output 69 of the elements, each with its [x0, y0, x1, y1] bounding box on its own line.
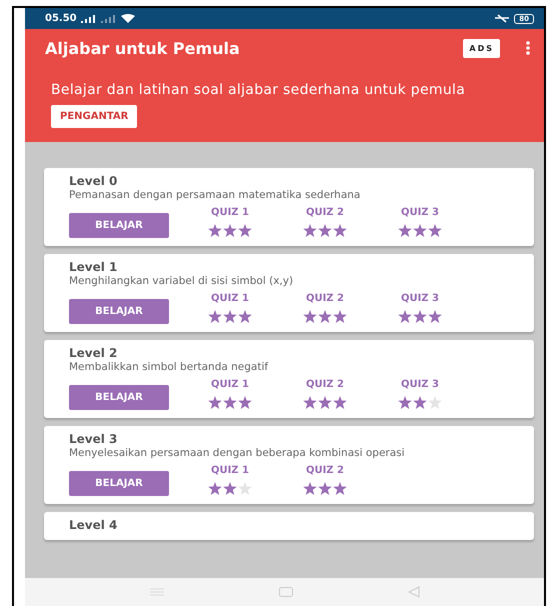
app-title: Aljabar untuk Pemula: [45, 38, 240, 58]
learn-button[interactable]: BELAJAR: [69, 385, 169, 410]
star-icon: [303, 482, 317, 495]
star-icon: [413, 396, 427, 409]
star-icon: [208, 482, 222, 495]
level-title: Level 1: [69, 260, 118, 274]
mute-icon: [494, 14, 510, 23]
star-icon: [303, 396, 317, 409]
more-menu-icon[interactable]: [526, 41, 530, 55]
star-icon: [208, 396, 222, 409]
star-icon: [238, 224, 252, 237]
star-icon: [208, 224, 222, 237]
learn-button[interactable]: BELAJAR: [69, 471, 169, 496]
star-icon: [318, 310, 332, 323]
level-description: Membalikkan simbol bertanda negatif: [69, 361, 270, 373]
star-icon: [238, 396, 252, 409]
signal-icon: [80, 14, 97, 22]
star-icon: [428, 224, 442, 237]
ads-button[interactable]: ADS: [463, 38, 500, 58]
star-icon: [318, 396, 332, 409]
star-icon: [398, 396, 412, 409]
clock-time: 05.50: [45, 13, 77, 24]
star-icon: [333, 224, 347, 237]
star-icon: [333, 396, 347, 409]
quiz-link[interactable]: QUIZ 3: [400, 293, 440, 304]
level-title: Level 3: [69, 432, 118, 446]
wifi-icon: [120, 14, 135, 23]
star-icon: [303, 310, 317, 323]
star-icon: [318, 224, 332, 237]
quiz-link[interactable]: QUIZ 1: [210, 293, 250, 304]
star-icon: [223, 224, 237, 237]
learn-button[interactable]: BELAJAR: [69, 299, 169, 324]
star-icon: [333, 310, 347, 323]
quiz-link[interactable]: QUIZ 3: [400, 379, 440, 390]
learn-button[interactable]: BELAJAR: [69, 213, 169, 238]
star-icon: [223, 396, 237, 409]
star-icon: [428, 396, 442, 409]
star-icon: [428, 310, 442, 323]
star-icon: [398, 310, 412, 323]
level-description: Menyelesaikan persamaan dengan beberapa kombinasi operasi: [69, 447, 406, 459]
star-icon: [333, 482, 347, 495]
star-icon: [223, 310, 237, 323]
star-icon: [303, 224, 317, 237]
star-icon: [398, 224, 412, 237]
level-title: Level 2: [69, 346, 118, 360]
star-icon: [413, 310, 427, 323]
back-icon[interactable]: [408, 586, 420, 598]
quiz-link[interactable]: QUIZ 1: [210, 379, 250, 390]
quiz-link[interactable]: QUIZ 1: [210, 465, 250, 476]
quiz-link[interactable]: QUIZ 2: [306, 293, 344, 304]
star-icon: [238, 310, 252, 323]
star-icon: [223, 482, 237, 495]
star-icon: [208, 310, 222, 323]
level-title: Level 4: [69, 518, 118, 532]
quiz-link[interactable]: QUIZ 1: [210, 207, 250, 218]
star-icon: [413, 224, 427, 237]
quiz-link[interactable]: QUIZ 2: [306, 207, 344, 218]
level-description: Pemanasan dengan persamaan matematika sederhana: [69, 189, 362, 201]
intro-text: Belajar dan latihan soal aljabar sederhana untuk pemula: [51, 83, 466, 98]
star-icon: [238, 482, 252, 495]
intro-button[interactable]: PENGANTAR: [51, 105, 138, 128]
signal-icon: [100, 14, 117, 22]
star-icon: [318, 482, 332, 495]
quiz-link[interactable]: QUIZ 2: [306, 465, 344, 476]
quiz-link[interactable]: QUIZ 3: [400, 207, 440, 218]
level-description: Menghilangkan variabel di sisi simbol (x,y): [69, 275, 294, 287]
quiz-link[interactable]: QUIZ 2: [306, 379, 344, 390]
home-icon[interactable]: [278, 587, 292, 597]
level-title: Level 0: [69, 174, 118, 188]
